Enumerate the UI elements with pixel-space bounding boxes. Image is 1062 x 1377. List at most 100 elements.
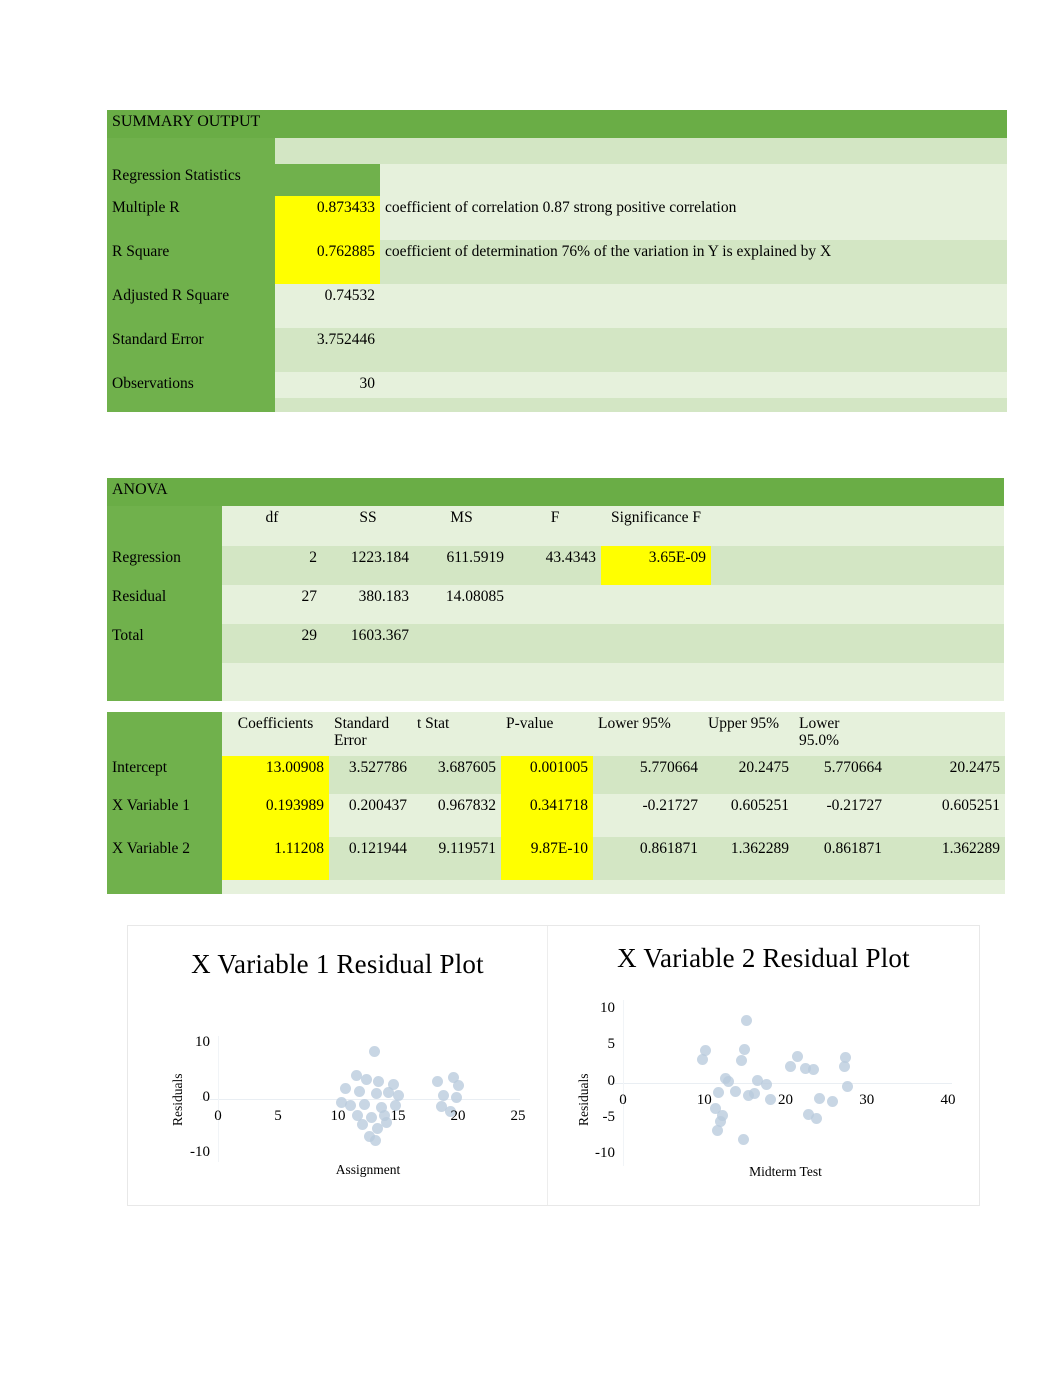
spacer-cell [380,138,1008,164]
scatter-point [838,1061,850,1073]
coef-cell-standard-error: 3.527786 [329,756,412,794]
anova-col-header-ms: MS [414,506,509,546]
anova-cell-f: 43.4343 [509,546,601,585]
coef-cell-p-value: 0.001005 [501,756,593,794]
spacer-cell [703,880,794,894]
x-axis-label: Assignment [335,1162,401,1177]
anova-header-row: df SS MS F Significance F [107,506,1005,546]
spacer-cell [322,663,414,701]
scatter-point [361,1073,373,1085]
coef-col-header-t-stat: t Stat [412,712,501,756]
spacer-cell [501,880,593,894]
scatter-point [739,1044,751,1056]
anova-table: ANOVA df SS MS F Significance F Regressi… [107,478,1005,701]
scatter-point [339,1082,351,1094]
spacer-cell [107,880,222,894]
summary-row-note [380,284,1008,328]
anova-cell-significance-f [601,624,711,663]
summary-row-value: 0.762885 [275,240,380,284]
spacer-cell [711,585,1005,624]
anova-cell-ms: 611.5919 [414,546,509,585]
spacer-cell [414,663,509,701]
summary-row-note [380,328,1008,372]
scatter-point [711,1124,723,1136]
coef-cell-p-value: 0.341718 [501,794,593,837]
scatter-point [749,1087,761,1099]
coef-cell-upper-95-0: 0.605251 [887,794,1005,837]
anova-row-label: Total [107,624,222,663]
plot-area-2: 0 10 20 30 40 -10 -5 0 5 10 [595,1000,956,1166]
anova-col-header-significance-f: Significance F [601,506,711,546]
coef-cell-upper-95-0: 1.362289 [887,837,1005,880]
anova-row-label: Regression [107,546,222,585]
chart-title: X Variable 2 Residual Plot [617,943,910,973]
y-tick-label: 5 [607,1036,616,1053]
summary-row-note: coefficient of correlation 0.87 strong p… [380,196,1008,240]
table-row: Total 29 1603.367 [107,624,1005,663]
x-tick-label: 0 [619,1091,627,1108]
spacer-cell [329,880,412,894]
summary-row-label: R Square [107,240,275,284]
summary-row-value: 0.873433 [275,196,380,240]
spacer-cell [380,398,1008,412]
table-row: X Variable 2 1.11208 0.121944 9.119571 9… [107,837,1005,880]
anova-cell-df: 2 [222,546,322,585]
scatter-point [452,1079,464,1091]
table-row: Multiple R 0.873433 coefficient of corre… [107,196,1008,240]
summary-spacer-row-1 [107,138,1008,164]
scatter-point [369,1135,381,1147]
x-tick-label: 15 [390,1108,406,1124]
summary-row-label: Adjusted R Square [107,284,275,328]
scatter-point [784,1061,796,1073]
coef-cell-p-value: 9.87E-10 [501,837,593,880]
anova-cell-ss: 1223.184 [322,546,414,585]
spacer-cell [275,138,380,164]
scatter-point [354,1085,366,1097]
coef-cell-upper-95: 1.362289 [703,837,794,880]
spacer-cell [107,398,275,412]
anova-cell-ms [414,624,509,663]
anova-col-header-ss: SS [322,506,414,546]
coef-row-label: Intercept [107,756,222,794]
coef-cell-lower-95: -0.21727 [593,794,703,837]
x-tick-label: 25 [510,1108,526,1124]
regression-statistics-header: Regression Statistics [107,164,380,196]
summary-output-table: SUMMARY OUTPUT Regression Statistics Mul… [107,110,1008,412]
anova-cell-significance-f: 3.65E-09 [601,546,711,585]
spacer-cell [593,880,703,894]
y-axis-label: Residuals [170,1073,185,1127]
scatter-point [814,1092,826,1104]
spacer-cell [412,880,501,894]
summary-row-label: Standard Error [107,328,275,372]
y-axis-line [218,1036,219,1162]
residual-plot-x-variable-1: X Variable 1 Residual Plot 0 5 10 15 20 25 -10… [128,926,548,1205]
x-tick-label: 0 [214,1108,222,1124]
coef-cell-lower-95-0: -0.21727 [794,794,887,837]
scatter-point [697,1053,709,1065]
table-row: Observations 30 [107,372,1008,398]
coef-col-header-blank [887,712,1005,756]
spacer-cell [711,624,1005,663]
x-tick-label: 30 [859,1091,875,1108]
summary-row-value: 0.74532 [275,284,380,328]
zero-axis-line [607,1082,952,1084]
anova-cell-significance-f [601,585,711,624]
spacer-cell [107,138,275,164]
anova-title-row: ANOVA [107,478,1005,506]
coef-cell-lower-95: 5.770664 [593,756,703,794]
summary-row-note: coefficient of determination 76% of the … [380,240,1008,284]
anova-block: ANOVA df SS MS F Significance F Regressi… [107,478,1005,701]
scatter-point [729,1085,741,1097]
anova-cell-ms: 14.08085 [414,585,509,624]
spacer-cell [275,398,380,412]
table-row: Regression 2 1223.184 611.5919 43.4343 3… [107,546,1005,585]
scatter-point [810,1113,822,1125]
summary-stats-header-row: Regression Statistics [107,164,1008,196]
anova-col-header [107,506,222,546]
anova-cell-f [509,624,601,663]
x-tick-label: 40 [940,1091,956,1108]
summary-row-note [380,372,1008,398]
chart-title: X Variable 1 Residual Plot [191,949,484,979]
y-tick-label: -10 [190,1144,210,1160]
spacer-cell [711,546,1005,585]
